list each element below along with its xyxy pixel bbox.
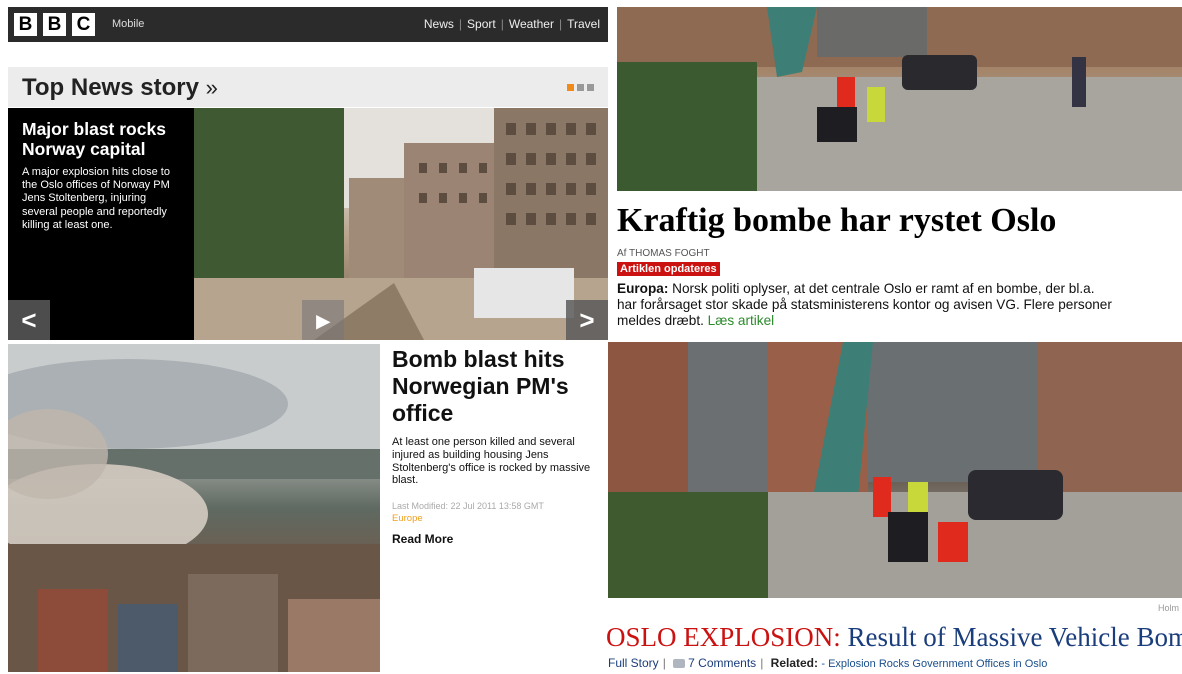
article-updating-badge: Artiklen opdateres xyxy=(617,262,720,276)
related-link[interactable]: - Explosion Rocks Government Offices in … xyxy=(821,658,1047,670)
danish-body: Europa: Norsk politi oplyser, at det cen… xyxy=(617,281,1182,339)
danish-body-line1: Norsk politi oplyser, at det centrale Os… xyxy=(668,281,1095,296)
related-label: Related: xyxy=(770,656,818,670)
oslo-headline-red: OSLO EXPLOSION: xyxy=(606,622,841,652)
top-news-arrow: » xyxy=(205,75,218,100)
bbc-header-bar: B B C Mobile News | Sport | Weather | Trave… xyxy=(8,7,608,42)
danish-body-line3: meldes dræbt. xyxy=(617,313,704,328)
danish-headline[interactable]: Kraftig bombe har rystet Oslo xyxy=(617,202,1056,240)
nav-travel[interactable]: Travel xyxy=(567,17,600,31)
oslo-explosion-headline[interactable]: OSLO EXPLOSION: Result of Massive Vehicl… xyxy=(606,622,1182,653)
links-separator: | xyxy=(760,656,764,670)
nav-separator: | xyxy=(458,17,463,31)
bbc-nav: News | Sport | Weather | Travel xyxy=(424,17,600,31)
carousel-prev-faded-button[interactable]: ▸ xyxy=(302,300,344,340)
story2-summary: At least one person killed and several i… xyxy=(392,436,591,487)
bbc-logo-b1[interactable]: B xyxy=(14,13,37,36)
nav-separator: | xyxy=(500,17,504,31)
comment-icon xyxy=(673,659,686,669)
comments-link[interactable]: 7 Comments xyxy=(688,656,756,670)
photo-credit: Holm xyxy=(1158,603,1180,613)
carousel-prev-button[interactable]: < xyxy=(8,300,50,340)
nav-sport[interactable]: Sport xyxy=(467,17,496,31)
carousel-pager xyxy=(567,84,594,91)
top-news-header: Top News story » xyxy=(8,67,608,107)
pager-dot-3[interactable] xyxy=(587,84,594,91)
hero-text-panel[interactable]: Major blast rocks Norway capital A major… xyxy=(8,108,194,340)
hero-headline[interactable]: Major blast rocks Norway capital xyxy=(22,119,186,159)
links-separator: | xyxy=(662,656,666,670)
nav-separator: | xyxy=(558,17,563,31)
story2-headline[interactable]: Bomb blast hits Norwegian PM's office xyxy=(392,346,592,427)
read-article-link[interactable]: Læs artikel xyxy=(708,313,774,328)
mobile-label: Mobile xyxy=(112,18,145,30)
oslo-rescue-photo[interactable] xyxy=(608,342,1182,598)
full-story-link[interactable]: Full Story xyxy=(608,656,659,670)
hero-photo-illustration xyxy=(194,108,608,340)
nav-news[interactable]: News xyxy=(424,17,454,31)
story2-last-modified: Last Modified: 22 Jul 2011 13:58 GMT xyxy=(392,501,544,511)
danish-body-lead: Europa: xyxy=(617,281,669,296)
smoke-photo-illustration xyxy=(8,344,380,672)
danish-blast-photo[interactable] xyxy=(617,7,1182,191)
smoke-over-oslo-photo[interactable] xyxy=(8,344,380,672)
danish-body-line2: har forårsaget stor skade på statsminist… xyxy=(617,297,1112,312)
danish-author: Af THOMAS FOGHT xyxy=(617,248,710,259)
story2-tag-europe[interactable]: Europe xyxy=(392,513,423,524)
oslo-headline-blue: Result of Massive Vehicle Bomb xyxy=(840,622,1182,652)
bbc-logo-b2[interactable]: B xyxy=(43,13,66,36)
carousel-next-button[interactable]: > xyxy=(566,300,608,340)
top-news-title[interactable]: Top News story » xyxy=(22,74,218,102)
pager-dot-1[interactable] xyxy=(567,84,574,91)
pager-dot-2[interactable] xyxy=(577,84,584,91)
bbc-logo-c[interactable]: C xyxy=(72,13,95,36)
top-news-title-text: Top News story xyxy=(22,74,199,101)
rescue-photo-illustration xyxy=(608,342,1182,598)
oslo-links-row: Full Story | 7 Comments | Related: - Explo… xyxy=(608,656,1047,670)
hero-summary: A major explosion hits close to the Oslo… xyxy=(22,166,170,231)
danish-photo-illustration xyxy=(617,7,1182,191)
nav-weather[interactable]: Weather xyxy=(509,17,554,31)
hero-photo-blast-street[interactable]: ▸ > xyxy=(194,108,608,340)
read-more-link[interactable]: Read More xyxy=(392,532,453,546)
